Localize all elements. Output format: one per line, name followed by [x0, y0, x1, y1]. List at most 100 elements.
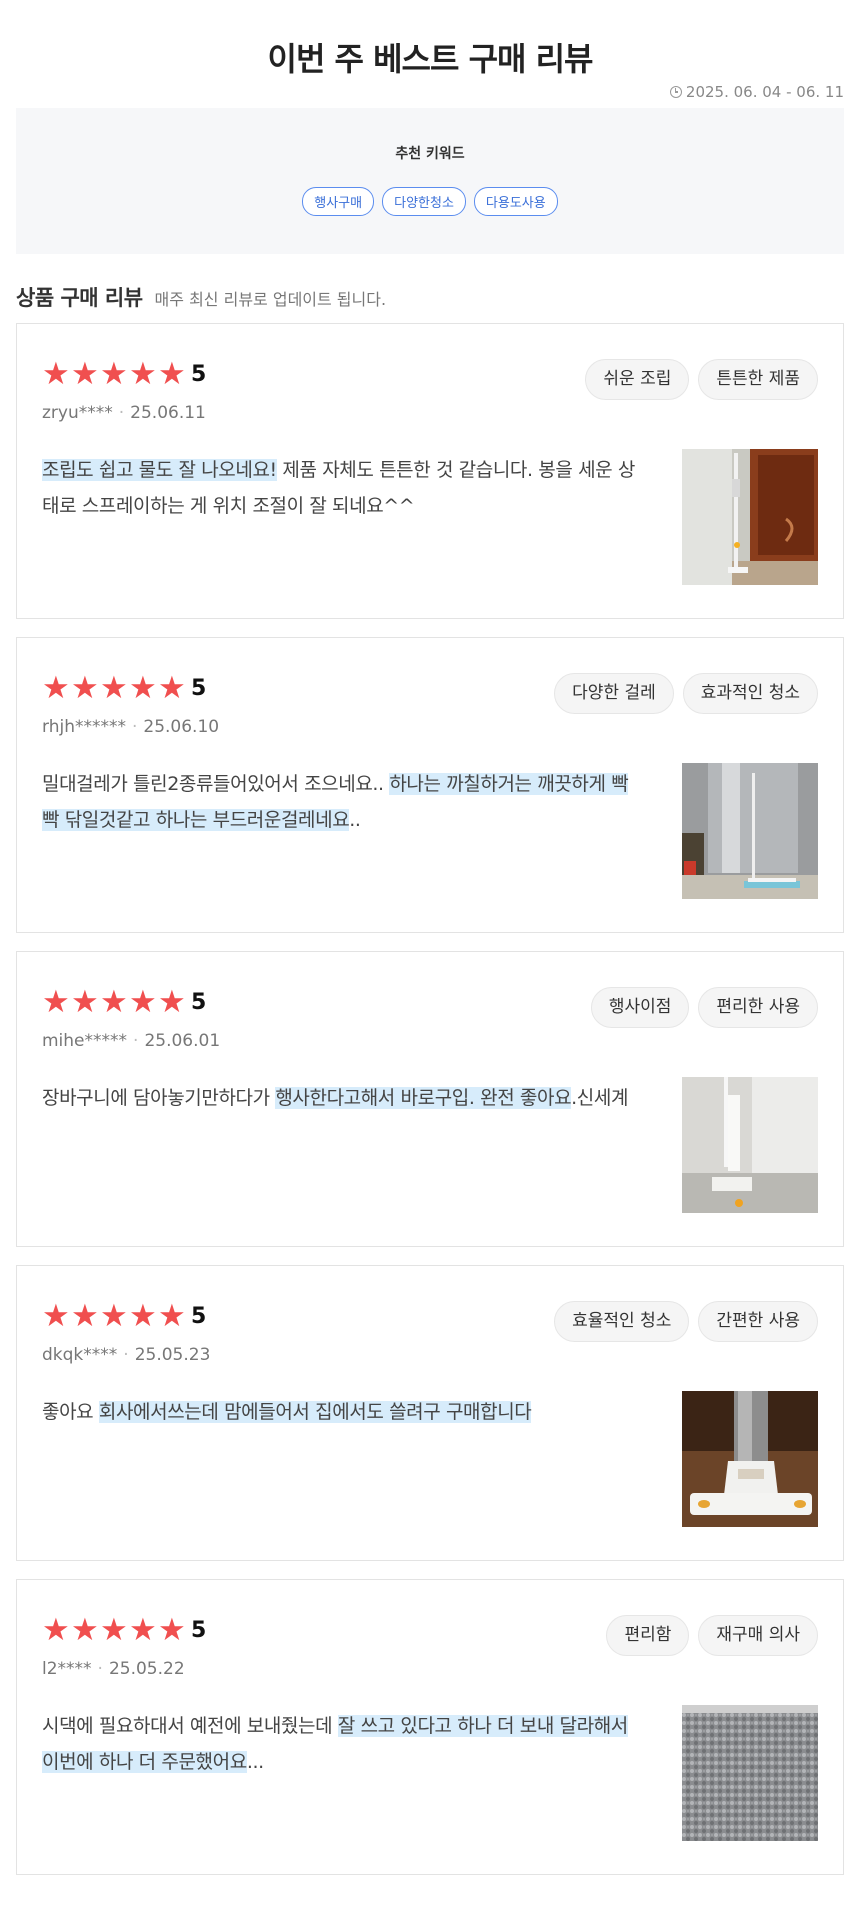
- clock-icon: [669, 86, 682, 98]
- star-icon: ★: [158, 984, 186, 1020]
- review-card[interactable]: ★ ★ ★ ★ ★ 5 l2**** · 25.05.22 편리함 재구매 의사 시댁에 필…: [16, 1579, 844, 1875]
- mop-photo-icon: [682, 1391, 818, 1527]
- review-date: 25.06.10: [143, 717, 220, 737]
- keyword-chip-cleaning[interactable]: 다양한청소: [382, 187, 466, 216]
- star-icon: ★: [100, 1298, 128, 1334]
- review-text-plain: ..: [349, 809, 361, 831]
- rating-score: 5: [191, 989, 207, 1015]
- star-rating: ★ ★ ★ ★ ★ 5: [42, 1298, 207, 1334]
- review-tags: 다양한 걸레 효과적인 청소: [554, 673, 818, 714]
- reviewer-name: dkqk****: [42, 1345, 118, 1365]
- keyword-chip-multipurpose[interactable]: 다용도사용: [473, 187, 558, 216]
- star-rating: ★ ★ ★ ★ ★ 5: [42, 356, 207, 392]
- star-icon: ★: [42, 356, 70, 392]
- review-tag: 재구매 의사: [698, 1615, 818, 1656]
- best-review-page: 이번 주 베스트 구매 리뷰 2025. 06. 04 - 06. 11 추천 …: [0, 0, 860, 1910]
- separator-dot: ·: [123, 1345, 129, 1365]
- review-text: 시댁에 필요하대서 예전에 보내줬는데 잘 쓰고 있다고 하나 더 보내 달라해…: [42, 1708, 637, 1780]
- review-text: 밀대걸레가 틀린2종류들어있어서 조으네요.. 하나는 까칠하거는 깨끗하게 빡…: [42, 766, 637, 838]
- star-icon: ★: [158, 356, 186, 392]
- review-card[interactable]: ★ ★ ★ ★ ★ 5 zryu**** · 25.06.11 쉬운 조립 튼튼한 제품 조…: [16, 323, 844, 619]
- review-card[interactable]: ★ ★ ★ ★ ★ 5 mihe***** · 25.06.01 행사이점 편리한 사용 장…: [16, 951, 844, 1247]
- period-text: 2025. 06. 04 - 06. 11: [685, 83, 844, 101]
- review-text-highlight: 행사한다고해서 바로구입. 완전 좋아요: [275, 1087, 572, 1109]
- reviewer-name: rhjh******: [42, 717, 126, 737]
- review-meta: zryu**** · 25.06.11: [42, 403, 206, 423]
- section-title: 상품 구매 리뷰: [16, 286, 143, 310]
- review-tag: 쉬운 조립: [585, 359, 690, 400]
- star-icon: ★: [129, 670, 157, 706]
- star-icon: ★: [100, 1612, 128, 1648]
- review-card[interactable]: ★ ★ ★ ★ ★ 5 dkqk**** · 25.05.23 효율적인 청소 간편한 사용…: [16, 1265, 844, 1561]
- star-icon: ★: [71, 1298, 99, 1334]
- review-meta: dkqk**** · 25.05.23: [42, 1345, 210, 1365]
- star-icon: ★: [100, 984, 128, 1020]
- reviewer-name: mihe*****: [42, 1031, 128, 1051]
- review-tags: 행사이점 편리한 사용: [590, 987, 818, 1028]
- review-text: 장바구니에 담아놓기만하다가 행사한다고해서 바로구입. 완전 좋아요.신세계: [42, 1080, 637, 1116]
- review-tags: 효율적인 청소 간편한 사용: [554, 1301, 818, 1342]
- review-photo[interactable]: [682, 1077, 818, 1213]
- review-date: 25.05.23: [134, 1345, 211, 1365]
- review-tag: 효율적인 청소: [554, 1301, 690, 1342]
- review-meta: rhjh****** · 25.06.10: [42, 717, 219, 737]
- separator-dot: ·: [97, 1659, 103, 1679]
- rating-score: 5: [191, 1303, 207, 1329]
- mop-photo-icon: [682, 449, 818, 585]
- review-meta: mihe***** · 25.06.01: [42, 1031, 220, 1051]
- rating-score: 5: [191, 361, 207, 387]
- separator-dot: ·: [131, 717, 138, 737]
- star-rating: ★ ★ ★ ★ ★ 5: [42, 984, 207, 1020]
- review-text-plain: ...: [246, 1751, 264, 1773]
- review-card[interactable]: ★ ★ ★ ★ ★ 5 rhjh****** · 25.06.10 다양한 걸레 효과적인 …: [16, 637, 844, 933]
- review-photo[interactable]: [682, 1705, 818, 1841]
- star-icon: ★: [42, 984, 70, 1020]
- review-tag: 행사이점: [590, 987, 690, 1028]
- review-tag: 편리함: [606, 1615, 690, 1656]
- review-text-plain: 장바구니에 담아놓기만하다가: [42, 1087, 276, 1109]
- review-text-highlight: 조립도 쉽고 물도 잘 나오네요!: [42, 459, 277, 481]
- mop-photo-icon: [682, 763, 818, 899]
- review-tags: 쉬운 조립 튼튼한 제품: [585, 359, 818, 400]
- review-text: 조립도 쉽고 물도 잘 나오네요! 제품 자체도 튼튼한 것 같습니다. 봉을 …: [42, 452, 637, 524]
- star-icon: ★: [42, 1298, 70, 1334]
- star-rating: ★ ★ ★ ★ ★ 5: [42, 670, 207, 706]
- review-text-highlight: 회사에서쓰는데 맘에들어서 집에서도 쓸려구 구매합니다: [98, 1401, 532, 1423]
- page-title: 이번 주 베스트 구매 리뷰: [267, 40, 594, 78]
- review-section-header: 상품 구매 리뷰 매주 최신 리뷰로 업데이트 됩니다.: [16, 282, 386, 312]
- review-photo[interactable]: [682, 763, 818, 899]
- keyword-list: 행사구매 다양한청소 다용도사용: [16, 187, 844, 216]
- star-icon: ★: [129, 984, 157, 1020]
- rating-score: 5: [191, 1617, 207, 1643]
- review-text-plain: 시댁에 필요하대서 예전에 보내줬는데: [42, 1715, 338, 1737]
- keywords-title: 추천 키워드: [395, 146, 465, 162]
- star-icon: ★: [71, 1612, 99, 1648]
- review-date: 25.06.01: [144, 1031, 221, 1051]
- review-text: 좋아요 회사에서쓰는데 맘에들어서 집에서도 쓸려구 구매합니다: [42, 1394, 637, 1430]
- separator-dot: ·: [133, 1031, 139, 1051]
- star-icon: ★: [129, 1298, 157, 1334]
- mop-pad-photo-icon: [682, 1705, 818, 1841]
- keyword-chip-event[interactable]: 행사구매: [302, 187, 375, 216]
- star-icon: ★: [129, 356, 157, 392]
- review-tag: 편리한 사용: [698, 987, 818, 1028]
- separator-dot: ·: [118, 403, 125, 423]
- review-photo[interactable]: [682, 1391, 818, 1527]
- star-icon: ★: [100, 356, 128, 392]
- section-subtitle: 매주 최신 리뷰로 업데이트 됩니다.: [154, 290, 387, 309]
- star-icon: ★: [129, 1612, 157, 1648]
- reviewer-name: l2****: [42, 1659, 92, 1679]
- star-icon: ★: [100, 670, 128, 706]
- star-icon: ★: [42, 1612, 70, 1648]
- star-icon: ★: [71, 356, 99, 392]
- star-icon: ★: [158, 670, 186, 706]
- review-tags: 편리함 재구매 의사: [606, 1615, 818, 1656]
- review-tag: 튼튼한 제품: [698, 359, 818, 400]
- review-meta: l2**** · 25.05.22: [42, 1659, 185, 1679]
- review-photo[interactable]: [682, 449, 818, 585]
- review-tag: 다양한 걸레: [554, 673, 674, 714]
- rating-score: 5: [191, 675, 207, 701]
- review-text-plain: 좋아요: [42, 1401, 99, 1423]
- star-icon: ★: [71, 984, 99, 1020]
- star-icon: ★: [71, 670, 99, 706]
